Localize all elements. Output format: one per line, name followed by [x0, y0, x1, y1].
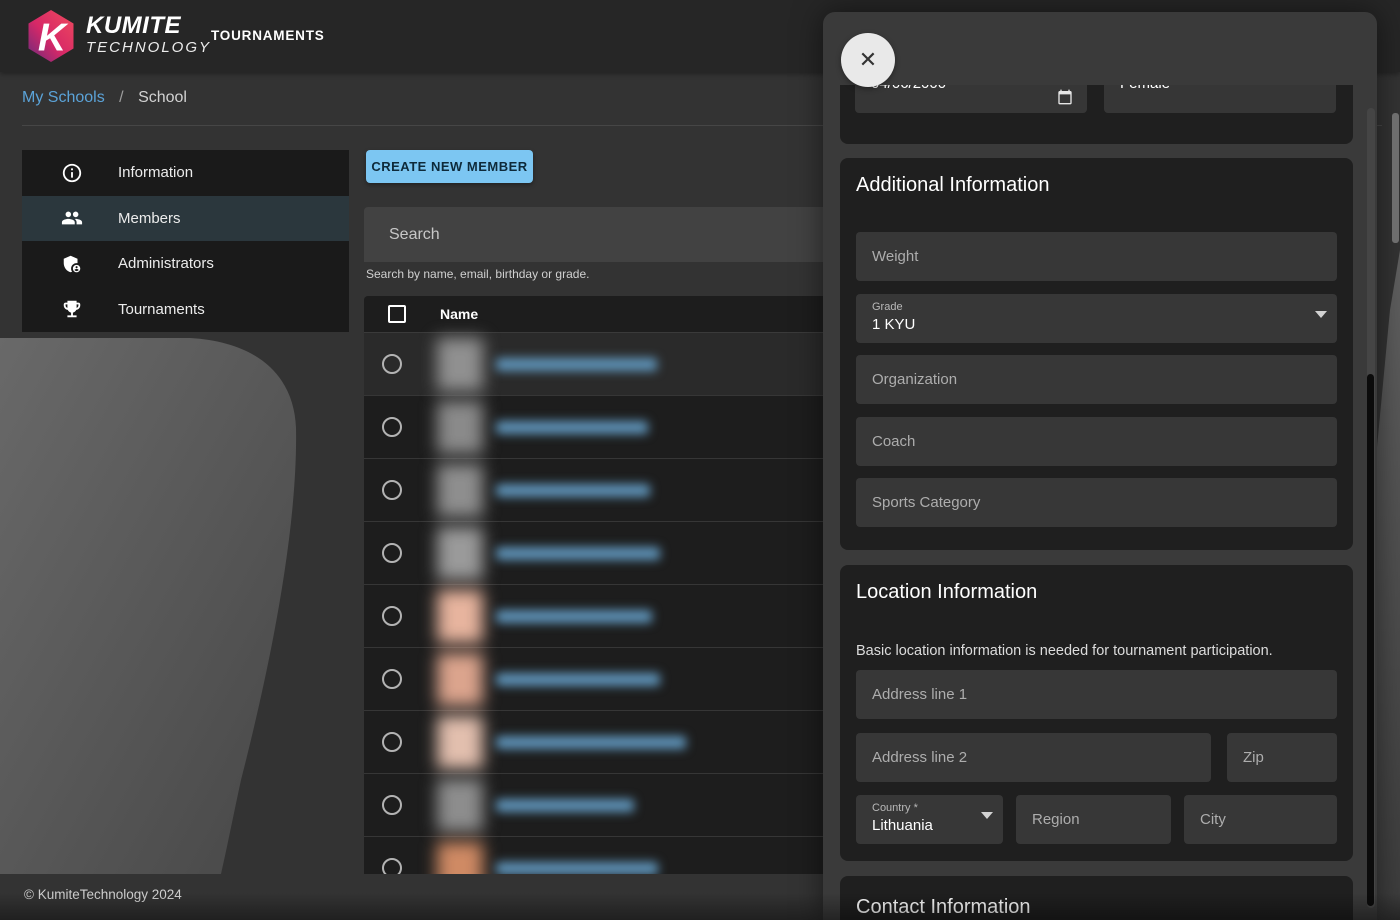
svg-text:K: K — [38, 17, 69, 60]
additional-information-card: Additional Information Grade 1 KYU — [840, 158, 1353, 550]
weight-input[interactable] — [856, 232, 1337, 281]
copyright-text: © KumiteTechnology 2024 — [24, 887, 182, 902]
chevron-down-icon — [1315, 311, 1327, 318]
sidebar-item-information[interactable]: Information — [22, 150, 349, 196]
close-icon: ✕ — [859, 47, 877, 72]
breadcrumb-my-schools[interactable]: My Schools — [22, 89, 105, 106]
sidebar-label: Information — [118, 164, 193, 181]
grade-label: Grade — [872, 301, 903, 313]
trophy-icon — [61, 298, 83, 320]
member-select-radio[interactable] — [382, 480, 402, 500]
country-select[interactable]: Country * Lithuania — [856, 795, 1003, 844]
location-information-card: Location Information Basic location info… — [840, 565, 1353, 861]
nav-tournaments[interactable]: TOURNAMENTS — [211, 28, 325, 43]
left-background-shape — [0, 330, 320, 878]
date-of-birth-value: 04/06/2000 — [871, 85, 946, 92]
sidebar-item-members[interactable]: Members — [22, 196, 349, 242]
member-select-radio[interactable] — [382, 669, 402, 689]
member-avatar — [437, 653, 483, 706]
member-avatar — [437, 527, 483, 580]
country-label: Country * — [872, 802, 918, 814]
breadcrumb-separator: / — [119, 89, 123, 106]
personal-info-card-partial: 04/06/2000 Female — [840, 85, 1353, 144]
grade-value: 1 KYU — [872, 316, 915, 333]
member-avatar — [437, 779, 483, 832]
kumite-logo-icon[interactable]: K — [24, 9, 78, 63]
app-root: K KUMITE TECHNOLOGY TOURNAMENTS My Schoo… — [0, 0, 1400, 920]
close-drawer-button[interactable]: ✕ — [841, 33, 895, 87]
location-information-title: Location Information — [856, 581, 1037, 604]
gender-value: Female — [1120, 85, 1170, 92]
member-name-link[interactable] — [496, 862, 658, 874]
member-name-link[interactable] — [496, 358, 657, 371]
member-avatar — [437, 464, 483, 517]
zip-input[interactable] — [1227, 733, 1337, 782]
admin-shield-icon — [61, 253, 83, 275]
date-of-birth-field[interactable]: 04/06/2000 — [855, 85, 1087, 113]
breadcrumb: My Schools / School — [22, 89, 187, 107]
brand-line2: TECHNOLOGY — [86, 39, 211, 57]
organization-input[interactable] — [856, 355, 1337, 404]
member-avatar — [437, 842, 483, 874]
search-helper-text: Search by name, email, birthday or grade… — [366, 267, 589, 281]
member-select-radio[interactable] — [382, 354, 402, 374]
brand-wordmark: KUMITE TECHNOLOGY — [86, 13, 211, 57]
location-description: Basic location information is needed for… — [856, 643, 1273, 659]
address-line-2-input[interactable] — [856, 733, 1211, 782]
contact-information-card: Contact Information — [840, 876, 1353, 920]
sidebar-label: Tournaments — [118, 301, 205, 318]
sidebar-item-administrators[interactable]: Administrators — [22, 241, 349, 287]
brand-line1: KUMITE — [86, 13, 211, 39]
grade-select[interactable]: Grade 1 KYU — [856, 294, 1337, 343]
gender-field[interactable]: Female — [1104, 85, 1336, 113]
member-avatar — [437, 590, 483, 643]
country-value: Lithuania — [872, 817, 933, 834]
region-input[interactable] — [1016, 795, 1171, 844]
coach-input[interactable] — [856, 417, 1337, 466]
sports-category-input[interactable] — [856, 478, 1337, 527]
create-new-member-button[interactable]: CREATE NEW MEMBER — [366, 150, 533, 183]
info-icon — [61, 162, 83, 184]
member-select-radio[interactable] — [382, 858, 402, 874]
member-edit-drawer: ✕ 04/06/2000 Female Additional Informati… — [823, 12, 1377, 920]
sidebar-label: Members — [118, 210, 181, 227]
member-name-link[interactable] — [496, 736, 686, 749]
sidebar-label: Administrators — [118, 255, 214, 272]
city-input[interactable] — [1184, 795, 1337, 844]
contact-information-title: Contact Information — [856, 896, 1031, 919]
member-name-link[interactable] — [496, 610, 652, 623]
member-name-link[interactable] — [496, 484, 650, 497]
member-avatar — [437, 401, 483, 454]
member-name-link[interactable] — [496, 547, 660, 560]
member-name-link[interactable] — [496, 673, 660, 686]
member-select-radio[interactable] — [382, 417, 402, 437]
breadcrumb-current: School — [138, 89, 187, 106]
sidebar-item-tournaments[interactable]: Tournaments — [22, 287, 349, 333]
additional-information-title: Additional Information — [856, 174, 1049, 197]
members-icon — [61, 207, 83, 229]
chevron-down-icon — [981, 812, 993, 819]
member-avatar — [437, 716, 483, 769]
school-sidebar: Information Members Administrators Tourn… — [22, 150, 349, 332]
name-column-header: Name — [440, 306, 478, 322]
member-name-link[interactable] — [496, 799, 634, 812]
member-select-radio[interactable] — [382, 606, 402, 626]
member-name-link[interactable] — [496, 421, 648, 434]
address-line-1-input[interactable] — [856, 670, 1337, 719]
browser-scrollbar-thumb[interactable] — [1392, 113, 1399, 243]
drawer-scrollbar-thumb[interactable] — [1367, 374, 1374, 906]
member-select-radio[interactable] — [382, 732, 402, 752]
member-select-radio[interactable] — [382, 543, 402, 563]
member-avatar — [437, 338, 483, 391]
select-all-checkbox[interactable] — [388, 305, 406, 323]
member-select-radio[interactable] — [382, 795, 402, 815]
calendar-icon[interactable] — [1057, 89, 1073, 105]
